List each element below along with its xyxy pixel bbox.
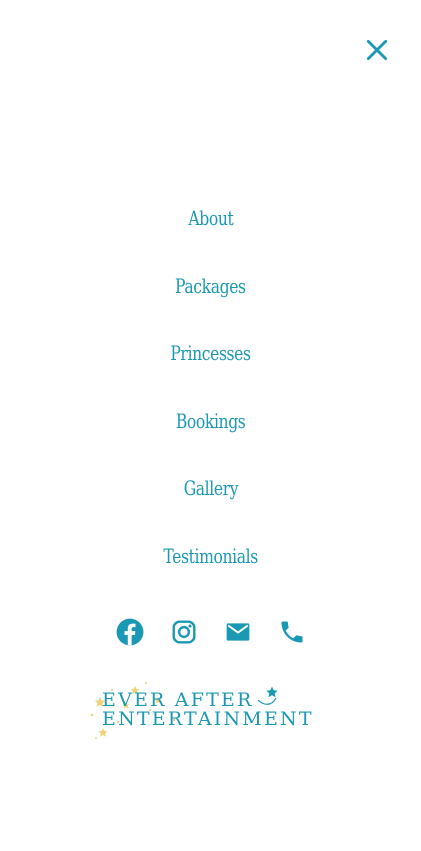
nav-item-label: Bookings bbox=[175, 408, 246, 433]
nav-item-label: Packages bbox=[175, 273, 246, 298]
nav-item-bookings[interactable]: Bookings bbox=[166, 399, 255, 467]
nav-item-label: About bbox=[187, 206, 234, 230]
brand-logo[interactable]: EVER AFTER ENTERTAINMENT bbox=[88, 680, 328, 742]
nav-item-testimonials[interactable]: Testimonials bbox=[150, 534, 271, 602]
main-nav: About Packages Princesses Bookings Galle… bbox=[0, 196, 421, 602]
phone-icon bbox=[281, 621, 302, 643]
nav-item-about[interactable]: About bbox=[182, 196, 240, 264]
nav-item-gallery[interactable]: Gallery bbox=[176, 466, 246, 534]
email-link[interactable] bbox=[224, 612, 252, 652]
nav-item-label: Gallery bbox=[183, 476, 238, 501]
logo-line-2: ENTERTAINMENT bbox=[102, 708, 314, 730]
close-icon bbox=[366, 39, 388, 61]
nav-item-packages[interactable]: Packages bbox=[165, 264, 256, 332]
social-links bbox=[0, 612, 421, 652]
instagram-icon bbox=[172, 620, 195, 644]
email-icon bbox=[226, 623, 249, 641]
instagram-link[interactable] bbox=[170, 612, 198, 652]
nav-item-princesses[interactable]: Princesses bbox=[159, 331, 262, 399]
facebook-icon bbox=[116, 618, 143, 646]
nav-item-label: Princesses bbox=[170, 341, 251, 366]
facebook-link[interactable] bbox=[116, 612, 144, 652]
close-menu-button[interactable] bbox=[362, 35, 392, 65]
phone-link[interactable] bbox=[278, 612, 306, 652]
nav-item-label: Testimonials bbox=[163, 543, 258, 568]
